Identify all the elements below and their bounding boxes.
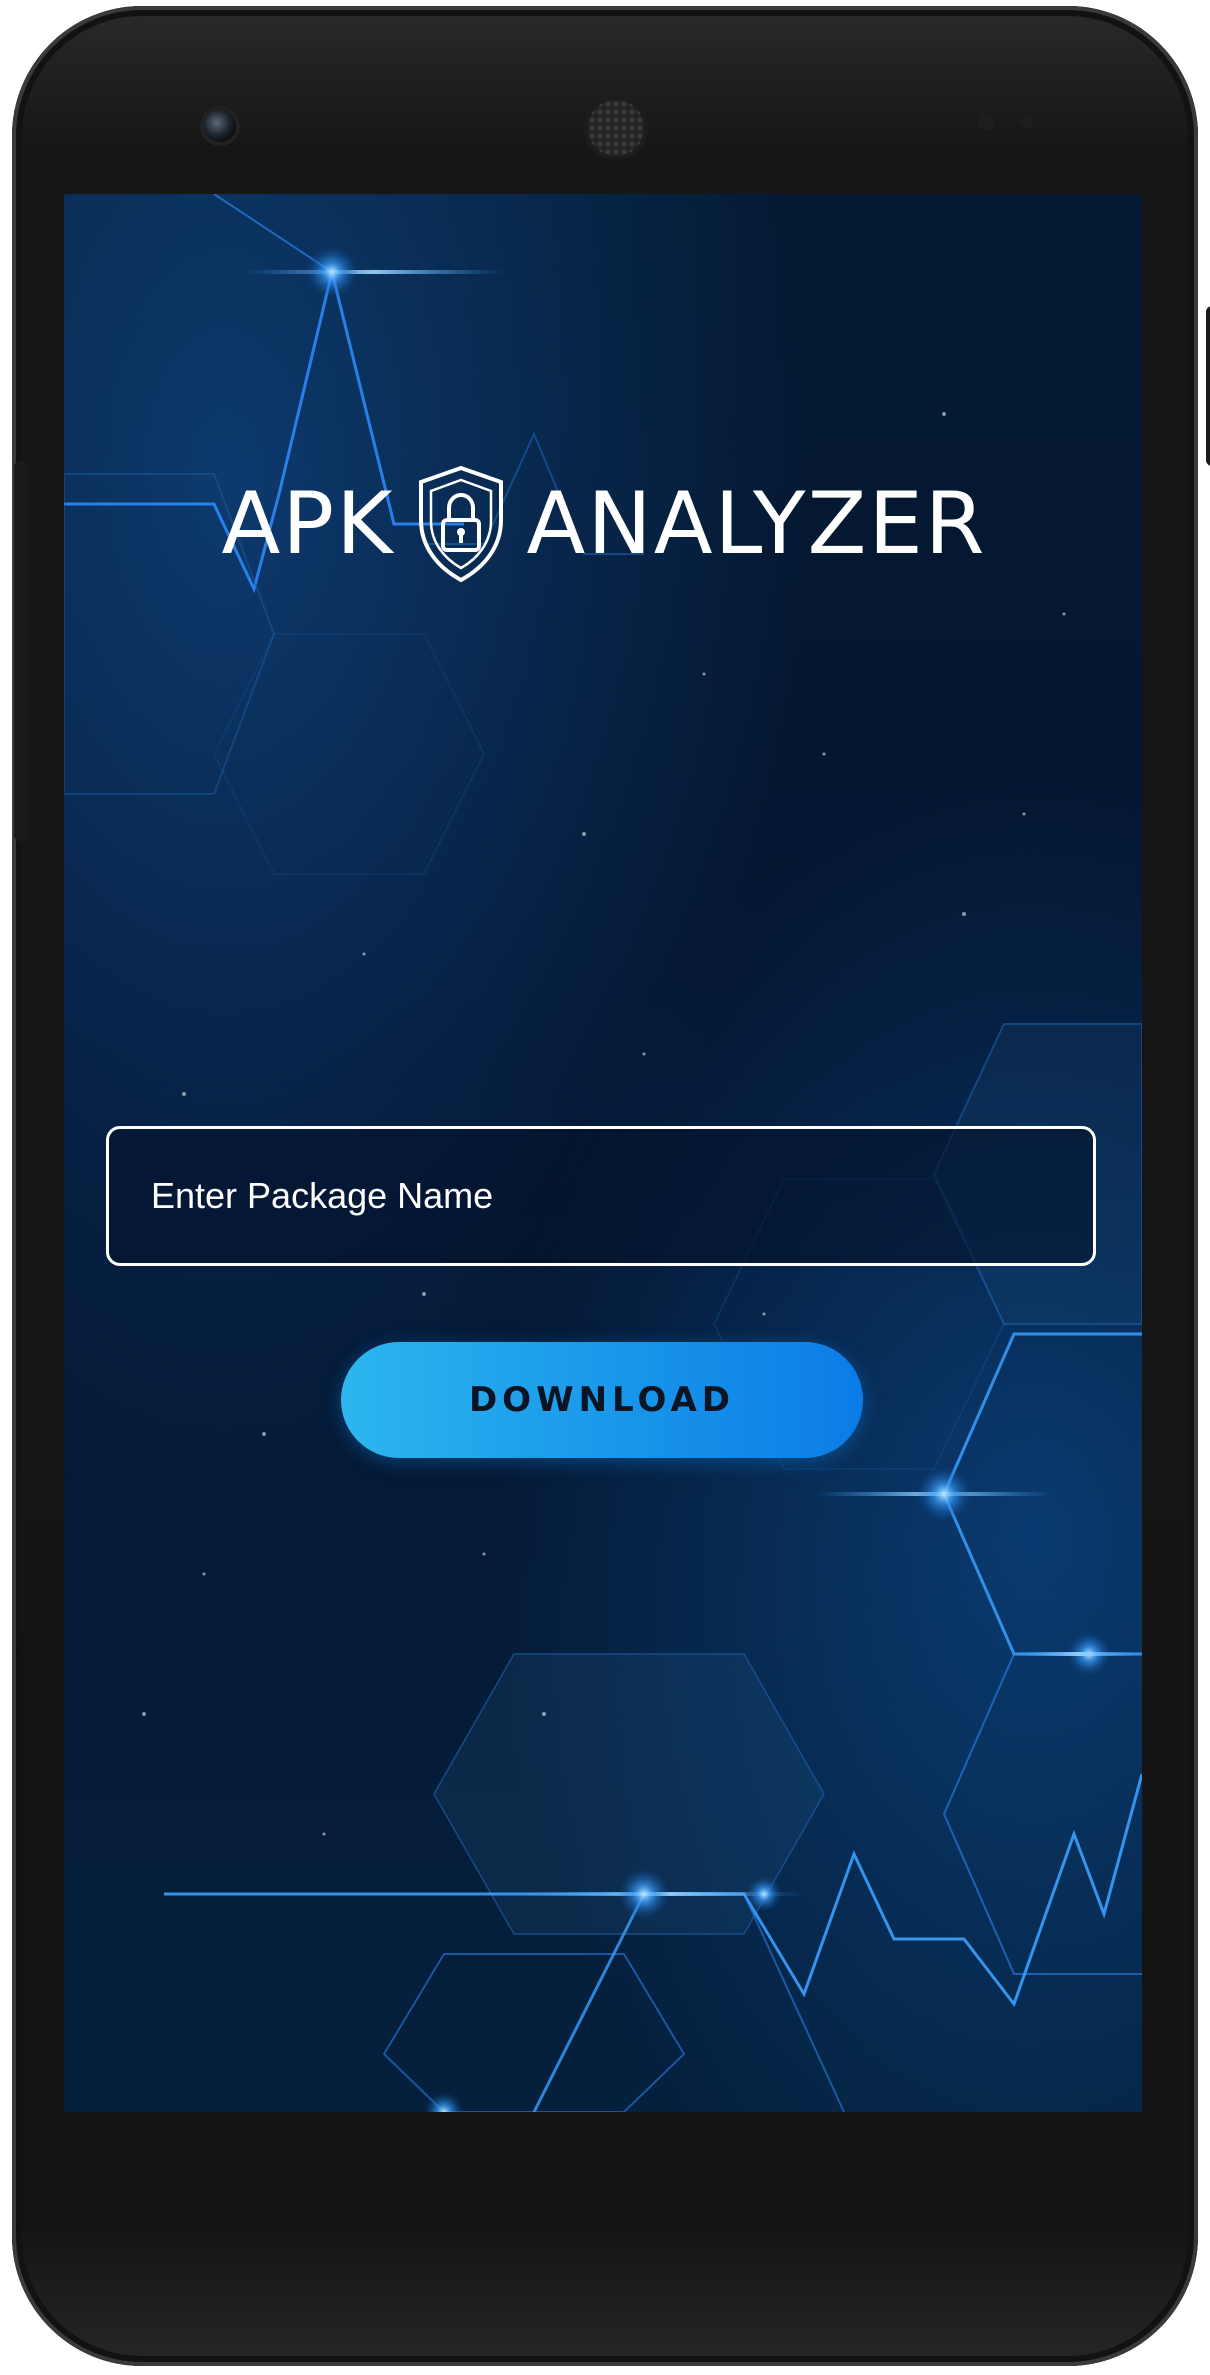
proximity-sensor [978, 114, 994, 130]
logo-word-apk: APK [221, 474, 395, 574]
app-logo: APK ANALYZER [204, 454, 1004, 594]
volume-button [14, 461, 28, 841]
package-name-input[interactable] [149, 1174, 1053, 1218]
package-name-field[interactable] [106, 1126, 1096, 1266]
earpiece-speaker [588, 100, 644, 156]
front-camera [204, 110, 236, 142]
power-button [1206, 306, 1210, 466]
logo-word-analyzer: ANALYZER [526, 474, 987, 574]
light-sensor [1020, 116, 1032, 128]
download-button[interactable]: DOWNLOAD [341, 1342, 863, 1458]
shield-lock-icon [418, 465, 503, 583]
app-screen: APK ANALYZER DOWNLOAD [64, 194, 1142, 2112]
